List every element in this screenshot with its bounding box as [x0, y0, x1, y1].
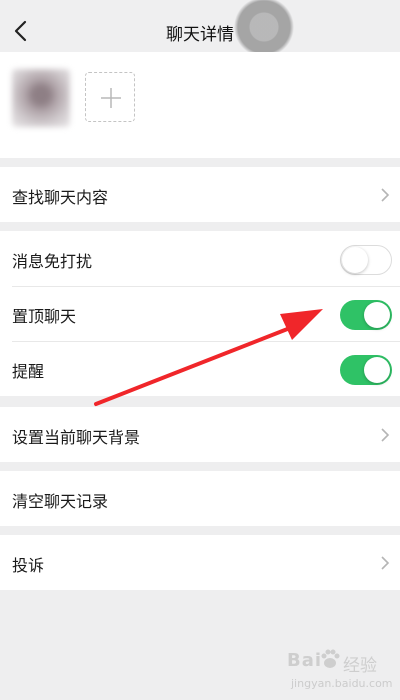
toggle-knob — [364, 357, 390, 383]
sticky-row: 置顶聊天 — [0, 286, 400, 341]
remind-row: 提醒 — [0, 341, 400, 396]
search-history-label: 查找聊天内容 — [12, 188, 109, 207]
chevron-right-icon — [381, 428, 390, 442]
sticky-label: 置顶聊天 — [12, 307, 77, 326]
remind-label: 提醒 — [12, 362, 45, 381]
remind-toggle[interactable] — [340, 355, 392, 385]
baidu-jingyan-watermark: Bai 经验 jingyan.baidu.com — [287, 649, 397, 698]
report-row[interactable]: 投诉 — [0, 535, 400, 590]
add-member-button[interactable] — [85, 72, 135, 122]
report-section: 投诉 — [0, 535, 400, 590]
set-background-label: 设置当前聊天背景 — [12, 428, 141, 447]
toggle-knob — [364, 302, 390, 328]
clear-history-label: 清空聊天记录 — [12, 492, 109, 511]
settings-section: 消息免打扰 置顶聊天 提醒 — [0, 231, 400, 396]
clear-section: 清空聊天记录 — [0, 471, 400, 526]
chevron-right-icon — [381, 556, 390, 570]
chevron-right-icon — [381, 188, 390, 202]
mute-label: 消息免打扰 — [12, 252, 93, 271]
mute-row: 消息免打扰 — [0, 231, 400, 286]
page-title: 聊天详情 — [166, 25, 234, 45]
report-label: 投诉 — [12, 556, 45, 575]
clear-history-row[interactable]: 清空聊天记录 — [0, 471, 400, 526]
toggle-knob — [342, 247, 368, 273]
members-panel — [0, 52, 400, 158]
watermark-url: jingyan.baidu.com — [291, 677, 393, 690]
background-section: 设置当前聊天背景 — [0, 407, 400, 462]
search-history-row[interactable]: 查找聊天内容 — [0, 167, 400, 222]
navigation-bar: 聊天详情 — [0, 0, 400, 60]
plus-icon — [101, 88, 121, 108]
mute-toggle[interactable] — [340, 245, 392, 275]
watermark-brand-jingyan: 经验 — [343, 656, 377, 676]
search-section: 查找聊天内容 — [0, 167, 400, 222]
touch-indicator — [234, 0, 294, 57]
paw-logo-icon — [321, 649, 340, 668]
sticky-toggle[interactable] — [340, 300, 392, 330]
member-avatar[interactable] — [12, 69, 70, 127]
set-background-row[interactable]: 设置当前聊天背景 — [0, 407, 400, 462]
watermark-brand-bai: Bai — [287, 650, 323, 671]
